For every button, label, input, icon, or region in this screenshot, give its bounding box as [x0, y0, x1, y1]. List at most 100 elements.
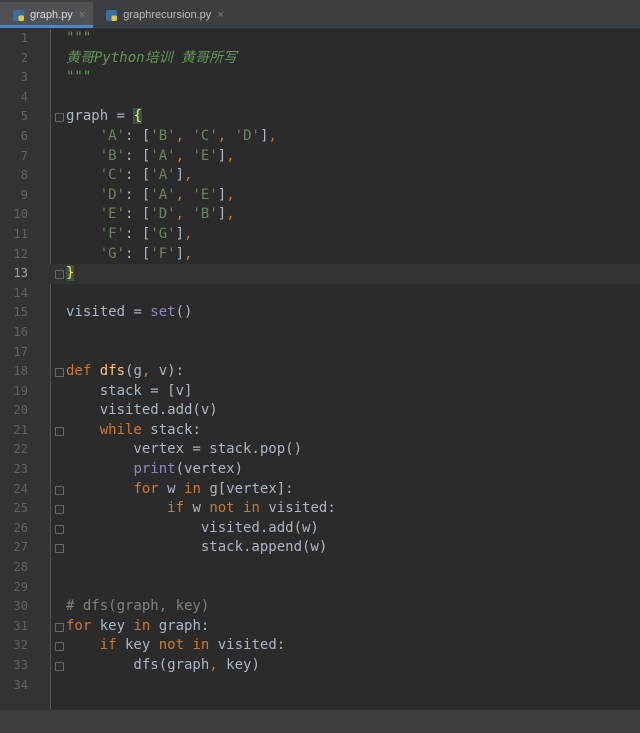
- line-number: 16: [13, 324, 28, 339]
- code-line[interactable]: 23 print(vertex): [0, 460, 640, 480]
- line-number: 19: [13, 383, 28, 398]
- code-text: visited.add(v): [66, 402, 218, 419]
- line-number: 12: [13, 246, 28, 261]
- code-line[interactable]: 11 'F': ['G'],: [0, 225, 640, 245]
- python-file-icon: [106, 9, 118, 21]
- line-number: 24: [13, 481, 28, 496]
- code-line[interactable]: 22 vertex = stack.pop(): [0, 440, 640, 460]
- code-text: 'C': ['A'],: [99, 167, 193, 184]
- code-text: }: [66, 265, 75, 282]
- code-line[interactable]: 6 'A': ['B', 'C', 'D'],: [0, 127, 640, 147]
- tab-label: graph.py: [30, 9, 73, 21]
- fold-marker-icon[interactable]: [55, 113, 64, 123]
- code-line[interactable]: 3 """: [0, 68, 640, 88]
- tab-graph-py[interactable]: graph.py ×: [0, 2, 94, 28]
- line-number: 27: [13, 540, 28, 555]
- line-number: 26: [13, 520, 28, 535]
- close-icon[interactable]: ×: [217, 9, 223, 21]
- line-number: 4: [20, 89, 28, 104]
- fold-marker-icon[interactable]: [55, 505, 64, 515]
- code-line[interactable]: 4: [0, 88, 640, 108]
- line-number: 17: [13, 344, 28, 359]
- line-number: 25: [13, 501, 28, 516]
- line-number: 33: [13, 658, 28, 672]
- code-text: graph = {: [66, 108, 142, 125]
- code-text: 'E': ['D', 'B'],: [99, 206, 235, 223]
- python-file-icon: [13, 9, 24, 21]
- code-line[interactable]: 16: [0, 323, 640, 343]
- code-line[interactable]: 15 visited = set(): [0, 303, 640, 323]
- code-line[interactable]: 2 黄哥Python培训 黄哥所写: [0, 49, 640, 69]
- line-number: 22: [13, 442, 28, 457]
- code-line[interactable]: 7 'B': ['A', 'E'],: [0, 147, 640, 167]
- code-line[interactable]: 25 if w not in visited:: [0, 499, 640, 519]
- code-line[interactable]: 13}: [0, 264, 640, 284]
- line-number: 18: [13, 364, 28, 379]
- fold-marker-icon[interactable]: [55, 368, 64, 378]
- line-number: 15: [13, 305, 28, 320]
- code-text: def dfs(g, v):: [66, 363, 185, 380]
- code-line[interactable]: 30 # dfs(graph, key): [0, 597, 640, 617]
- line-number: 6: [20, 128, 28, 143]
- code-line[interactable]: 32 if key not in visited:: [0, 636, 640, 656]
- line-number: 20: [13, 403, 28, 418]
- ide-window: graph.py × graphrecursion.py × 1 """ 2 黄哥Py…: [0, 0, 640, 733]
- fold-marker-icon[interactable]: [55, 485, 64, 495]
- code-line[interactable]: 14: [0, 284, 640, 304]
- tab-label: graphrecursion.py: [123, 9, 212, 21]
- code-text: 'F': ['G'],: [99, 225, 193, 242]
- close-icon[interactable]: ×: [79, 9, 85, 21]
- code-line[interactable]: 28: [0, 558, 640, 578]
- line-number: 7: [20, 148, 28, 163]
- code-text: for w in g[vertex]:: [133, 480, 294, 497]
- code-line[interactable]: 8 'C': ['A'],: [0, 166, 640, 186]
- code-text: """: [66, 69, 92, 86]
- code-line[interactable]: 17: [0, 343, 640, 363]
- code-line[interactable]: 34: [0, 676, 640, 696]
- line-number: 23: [13, 462, 28, 477]
- fold-marker-icon[interactable]: [55, 270, 64, 280]
- fold-marker-icon[interactable]: [55, 662, 64, 671]
- code-line[interactable]: 33 dfs(graph, key): [0, 656, 640, 676]
- line-number: 8: [20, 168, 28, 183]
- code-line[interactable]: 26 visited.add(w): [0, 519, 640, 539]
- code-text: visited.add(w): [66, 519, 319, 536]
- code-line[interactable]: 20 visited.add(v): [0, 401, 640, 421]
- line-number: 5: [20, 109, 28, 124]
- fold-marker-icon[interactable]: [55, 642, 64, 652]
- code-line[interactable]: 1 """: [0, 29, 640, 49]
- code-line[interactable]: 10 'E': ['D', 'B'],: [0, 205, 640, 225]
- code-line[interactable]: 12 'G': ['F'],: [0, 245, 640, 265]
- code-text: 'D': ['A', 'E'],: [99, 186, 235, 203]
- code-line[interactable]: 31 for key in graph:: [0, 617, 640, 637]
- horizontal-scrollbar[interactable]: [0, 709, 640, 733]
- code-text: if key not in visited:: [99, 637, 286, 654]
- code-text: 'G': ['F'],: [99, 245, 193, 262]
- fold-marker-icon[interactable]: [55, 524, 64, 534]
- code-line[interactable]: 18 def dfs(g, v):: [0, 362, 640, 382]
- code-text: 'A': ['B', 'C', 'D'],: [99, 127, 277, 144]
- editor-tab-bar: graph.py × graphrecursion.py ×: [0, 0, 640, 29]
- code-line[interactable]: 9 'D': ['A', 'E'],: [0, 186, 640, 206]
- code-line[interactable]: 19 stack = [v]: [0, 382, 640, 402]
- line-number: 28: [13, 560, 28, 575]
- code-line[interactable]: 24 for w in g[vertex]:: [0, 480, 640, 500]
- code-text: visited = set(): [66, 304, 193, 321]
- code-editor[interactable]: 1 """ 2 黄哥Python培训 黄哥所写 3 """ 4 5 graph = { 6 'A'…: [0, 29, 640, 709]
- fold-marker-icon[interactable]: [55, 622, 64, 632]
- fold-marker-icon[interactable]: [55, 426, 64, 436]
- code-line[interactable]: 5 graph = {: [0, 107, 640, 127]
- line-number: 10: [13, 207, 28, 222]
- code-text: if w not in visited:: [167, 500, 336, 517]
- fold-marker-icon[interactable]: [55, 544, 64, 554]
- line-number: 3: [20, 70, 28, 85]
- code-text: stack = [v]: [66, 382, 193, 399]
- tab-graphrecursion-py[interactable]: graphrecursion.py ×: [93, 2, 232, 28]
- code-text: 'B': ['A', 'E'],: [99, 147, 235, 164]
- code-line[interactable]: 21 while stack:: [0, 421, 640, 441]
- code-line[interactable]: 27 stack.append(w): [0, 538, 640, 558]
- code-text: while stack:: [99, 421, 201, 438]
- line-number: 13: [13, 266, 28, 281]
- line-number: 29: [13, 579, 28, 594]
- code-line[interactable]: 29: [0, 578, 640, 598]
